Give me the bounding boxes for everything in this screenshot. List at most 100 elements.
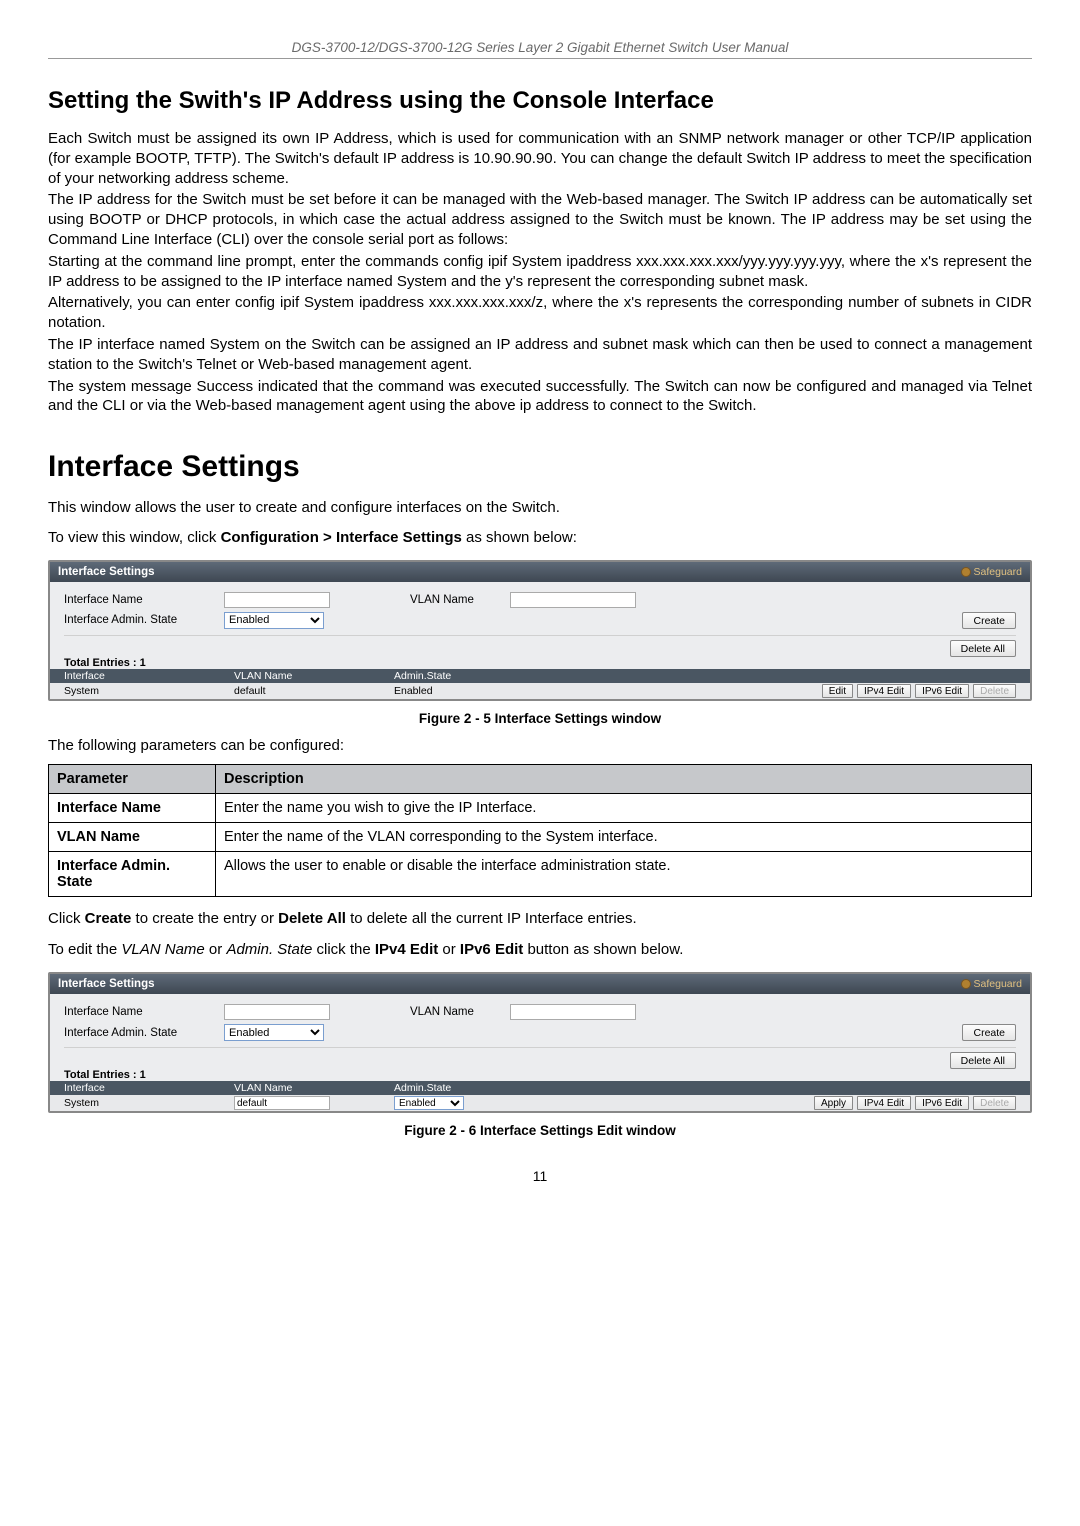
col-vlan: VLAN Name [234, 1082, 394, 1094]
col-state: Admin.State [394, 1082, 604, 1094]
panel-title: Interface Settings [58, 566, 155, 578]
safeguard-badge: Safeguard [961, 978, 1022, 990]
page-number: 11 [48, 1168, 1032, 1184]
label-admin-state: Interface Admin. State [64, 614, 214, 626]
nav-suffix: as shown below: [462, 529, 577, 546]
nav-hint: To view this window, click Configuration… [48, 528, 1032, 548]
entries-row: Delete All [64, 640, 1016, 657]
vlan-name-input[interactable] [510, 1004, 636, 1020]
cell-vlan: default [234, 685, 394, 697]
panel-title: Interface Settings [58, 978, 155, 990]
total-entries: Total Entries : 1 [64, 657, 1016, 669]
total-entries: Total Entries : 1 [64, 1069, 1016, 1081]
text: or [438, 941, 460, 958]
cell-state-editable: Enabled [394, 1096, 604, 1110]
table-row: VLAN Name Enter the name of the VLAN cor… [49, 822, 1032, 851]
label-vlan-name: VLAN Name [410, 1006, 500, 1018]
safeguard-label: Safeguard [974, 978, 1022, 990]
safeguard-label: Safeguard [974, 566, 1022, 578]
form-row: Interface Name VLAN Name [64, 1004, 1016, 1020]
table-row: Interface Admin. State Allows the user t… [49, 851, 1032, 896]
interface-name-input[interactable] [224, 1004, 330, 1020]
delete-all-button[interactable]: Delete All [950, 1052, 1016, 1069]
intro-text: This window allows the user to create an… [48, 498, 1032, 518]
nav-bold: Configuration > Interface Settings [221, 529, 462, 546]
parameters-table: Parameter Description Interface Name Ent… [48, 764, 1032, 897]
cell-interface: System [64, 685, 234, 697]
ipv4-edit-button[interactable]: IPv4 Edit [857, 684, 911, 698]
param-name: Interface Name [49, 793, 216, 822]
italic: VLAN Name [121, 941, 204, 958]
label-vlan-name: VLAN Name [410, 594, 500, 606]
paragraph: The IP address for the Switch must be se… [48, 190, 1032, 249]
col-interface: Interface [64, 1082, 234, 1094]
text: To edit the [48, 941, 121, 958]
paragraph: The IP interface named System on the Swi… [48, 335, 1032, 375]
col-state: Admin.State [394, 670, 604, 682]
paragraph: Starting at the command line prompt, ent… [48, 252, 1032, 292]
panel-titlebar: Interface Settings Safeguard [50, 974, 1030, 994]
panel-body: Interface Name VLAN Name Interface Admin… [50, 994, 1030, 1111]
col-interface: Interface [64, 670, 234, 682]
entries-grid: Interface VLAN Name Admin.State System d… [50, 669, 1030, 699]
paragraph: Alternatively, you can enter config ipif… [48, 293, 1032, 333]
table-row: System Enabled Apply IPv4 Edit IPv6 Edit… [50, 1095, 1030, 1111]
entries-grid: Interface VLAN Name Admin.State System E… [50, 1081, 1030, 1111]
form-row: Interface Name VLAN Name [64, 592, 1016, 608]
delete-button[interactable]: Delete [973, 1096, 1016, 1110]
label-admin-state: Interface Admin. State [64, 1027, 214, 1039]
create-button[interactable]: Create [962, 612, 1016, 629]
interface-settings-edit-window: Interface Settings Safeguard Interface N… [48, 972, 1032, 1113]
delete-all-button[interactable]: Delete All [950, 640, 1016, 657]
grid-header: Interface VLAN Name Admin.State [50, 1081, 1030, 1095]
label-interface-name: Interface Name [64, 1006, 214, 1018]
vlan-inline-input[interactable] [234, 1096, 330, 1110]
cell-interface: System [64, 1097, 234, 1109]
figure-caption: Figure 2 - 6 Interface Settings Edit win… [48, 1123, 1032, 1138]
entries-row: Delete All [64, 1052, 1016, 1069]
manual-header: DGS-3700-12/DGS-3700-12G Series Layer 2 … [48, 40, 1032, 59]
ipv6-edit-button[interactable]: IPv6 Edit [915, 1096, 969, 1110]
create-button[interactable]: Create [962, 1024, 1016, 1041]
param-name: VLAN Name [49, 822, 216, 851]
safeguard-badge: Safeguard [961, 566, 1022, 578]
panel-titlebar: Interface Settings Safeguard [50, 562, 1030, 582]
ipv4-edit-button[interactable]: IPv4 Edit [857, 1096, 911, 1110]
panel-body: Interface Name VLAN Name Interface Admin… [50, 582, 1030, 699]
text: button as shown below. [523, 941, 683, 958]
text: Click [48, 910, 85, 927]
table-row: Interface Name Enter the name you wish t… [49, 793, 1032, 822]
vlan-name-input[interactable] [510, 592, 636, 608]
admin-state-select[interactable]: Enabled [224, 1024, 324, 1041]
safeguard-icon [961, 979, 971, 989]
param-desc: Enter the name you wish to give the IP I… [216, 793, 1032, 822]
form-row: Interface Admin. State Enabled Create [64, 612, 1016, 629]
divider [64, 635, 1016, 636]
state-inline-select[interactable]: Enabled [394, 1096, 464, 1110]
col-parameter: Parameter [49, 764, 216, 793]
safeguard-icon [961, 567, 971, 577]
italic: Admin. State [226, 941, 312, 958]
delete-button[interactable]: Delete [973, 684, 1016, 698]
interface-settings-window: Interface Settings Safeguard Interface N… [48, 560, 1032, 701]
bold: Delete All [278, 910, 346, 927]
table-row: System default Enabled Edit IPv4 Edit IP… [50, 683, 1030, 699]
col-vlan: VLAN Name [234, 670, 394, 682]
apply-button[interactable]: Apply [814, 1096, 853, 1110]
interface-name-input[interactable] [224, 592, 330, 608]
bold: Create [85, 910, 132, 927]
admin-state-select[interactable]: Enabled [224, 612, 324, 629]
text: to delete all the current IP Interface e… [346, 910, 637, 927]
param-desc: Allows the user to enable or disable the… [216, 851, 1032, 896]
create-delete-hint: Click Create to create the entry or Dele… [48, 909, 1032, 929]
ipv6-edit-button[interactable]: IPv6 Edit [915, 684, 969, 698]
col-description: Description [216, 764, 1032, 793]
figure-caption: Figure 2 - 5 Interface Settings window [48, 711, 1032, 726]
param-desc: Enter the name of the VLAN corresponding… [216, 822, 1032, 851]
cell-state: Enabled [394, 685, 604, 697]
nav-prefix: To view this window, click [48, 529, 221, 546]
paragraph: The system message Success indicated tha… [48, 377, 1032, 417]
paragraph: Each Switch must be assigned its own IP … [48, 129, 1032, 188]
edit-button[interactable]: Edit [822, 684, 853, 698]
label-interface-name: Interface Name [64, 594, 214, 606]
